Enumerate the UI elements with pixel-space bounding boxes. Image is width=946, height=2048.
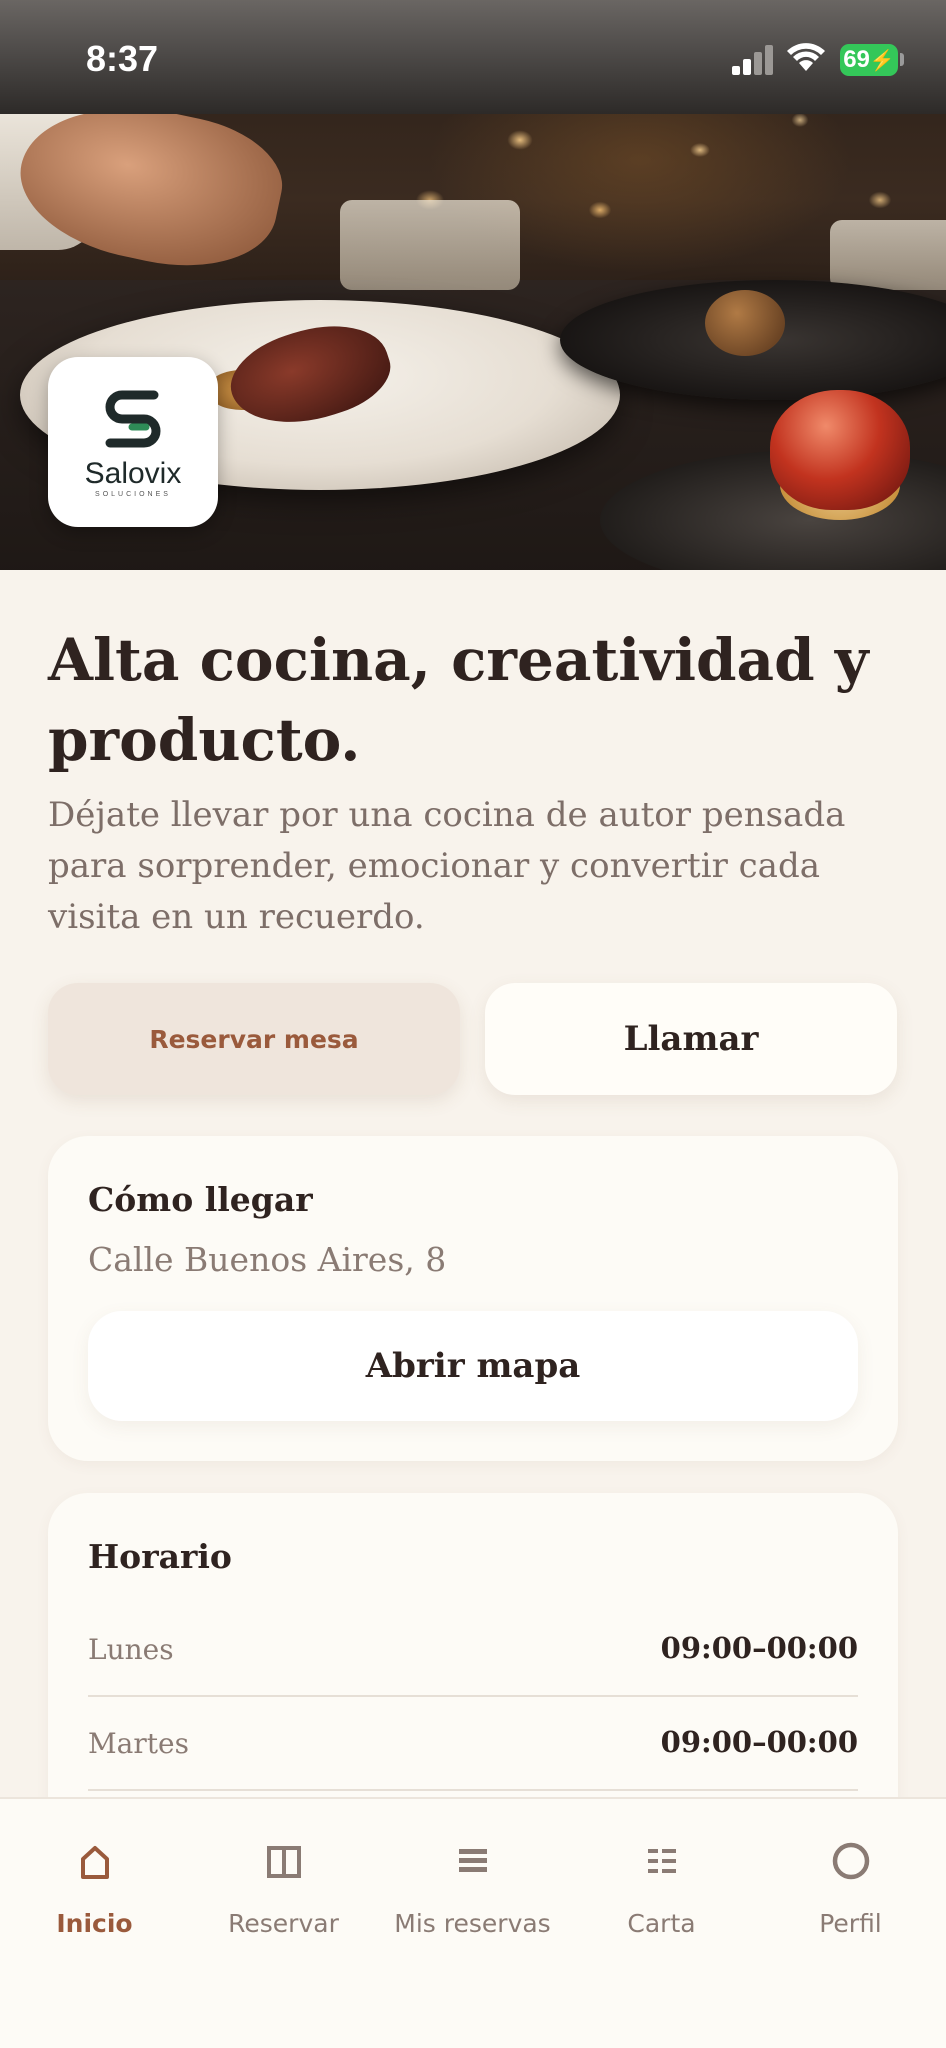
tab-label: Carta (627, 1909, 696, 1938)
address-text: Calle Buenos Aires, 8 (88, 1240, 447, 1279)
profile-icon (832, 1842, 869, 1880)
directions-card: Cómo llegar Calle Buenos Aires, 8 Abrir … (48, 1136, 898, 1461)
logo-tagline: SOLUCIONES (95, 491, 171, 498)
open-map-button[interactable]: Abrir mapa (88, 1311, 858, 1421)
hours-range: 09:00–00:00 (660, 1725, 858, 1759)
reserve-table-button[interactable]: Reservar mesa (48, 983, 460, 1095)
hours-row: Martes 09:00–00:00 (88, 1697, 858, 1791)
restaurant-logo: Salovix SOLUCIONES (48, 357, 218, 527)
bottom-tab-bar: Inicio Reservar Mis reservas Carta Perfi… (0, 1797, 946, 2048)
cellular-signal-icon (732, 45, 773, 75)
hours-day: Lunes (88, 1633, 174, 1666)
hero-apple-dessert (770, 390, 910, 510)
hero-tablecloth (830, 220, 946, 290)
book-icon (266, 1846, 301, 1878)
tab-label: Inicio (56, 1909, 133, 1938)
hero-tablecloth (340, 200, 520, 290)
tab-mis-reservas[interactable]: Mis reservas (378, 1799, 567, 1969)
menu-grid-icon (647, 1849, 676, 1873)
directions-title: Cómo llegar (88, 1180, 313, 1219)
call-button[interactable]: Llamar (485, 983, 897, 1095)
status-time: 8:37 (86, 38, 159, 79)
list-icon (458, 1849, 487, 1872)
tab-carta[interactable]: Carta (567, 1799, 756, 1969)
tab-inicio[interactable]: Inicio (0, 1799, 189, 1969)
hours-day: Martes (88, 1727, 189, 1760)
logo-wordmark: Salovix (84, 457, 182, 490)
page-subtitle: Déjate llevar por una cocina de autor pe… (48, 795, 846, 937)
hours-row: Lunes 09:00–00:00 (88, 1603, 858, 1697)
status-bar: 8:37 69 ⚡ (0, 0, 946, 114)
tab-perfil[interactable]: Perfil (756, 1799, 945, 1969)
logo-mark-icon (105, 390, 161, 448)
hours-title: Horario (88, 1537, 232, 1576)
hours-range: 09:00–00:00 (660, 1631, 858, 1665)
battery-level: 69 (843, 46, 870, 73)
home-icon (80, 1846, 109, 1879)
tab-label: Perfil (819, 1909, 882, 1938)
page-headline: Alta cocina, creatividad y producto. (48, 626, 869, 774)
hero-dessert (705, 290, 785, 356)
wifi-icon (787, 43, 825, 71)
battery-icon: 69 ⚡ (840, 44, 898, 76)
tab-label: Reservar (228, 1909, 339, 1938)
tab-reservar[interactable]: Reservar (189, 1799, 378, 1969)
battery-nub (900, 53, 904, 66)
tab-label: Mis reservas (394, 1909, 551, 1938)
